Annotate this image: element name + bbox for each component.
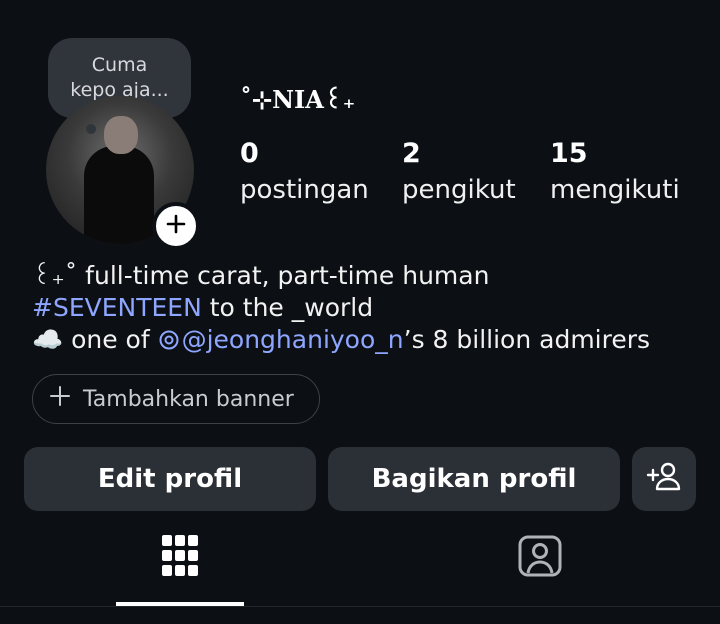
stat-following-value: 15 (550, 138, 588, 169)
share-profile-button[interactable]: Bagikan profil (328, 447, 620, 511)
bio-line2: #SEVENTEEN to the _world (32, 292, 650, 324)
stat-followers-value: 2 (402, 138, 421, 169)
bio: ꒰₊˚ full-time carat, part-time human #SE… (32, 260, 650, 356)
bio-line3: ☁️ one of @jeonghaniyoo_n’s 8 billion ad… (32, 324, 650, 356)
stat-followers[interactable]: 2 pengikut (402, 138, 516, 210)
note-text-line1: Cuma (91, 54, 148, 76)
threads-icon (159, 330, 179, 350)
share-profile-label: Bagikan profil (371, 464, 577, 494)
hashtag-link[interactable]: #SEVENTEEN (32, 293, 202, 322)
mention-text: @jeonghaniyoo_n (181, 325, 404, 354)
stat-following-label: mengikuti (550, 175, 680, 205)
tagged-person-icon (517, 534, 563, 582)
discover-people-button[interactable] (632, 447, 696, 511)
bio-line2-text: to the _world (201, 293, 374, 322)
grid-icon (161, 534, 199, 582)
avatar-head (104, 116, 138, 154)
plus-icon (165, 213, 187, 239)
bio-line3-text: ’s 8 billion admirers (403, 325, 651, 354)
bio-line1: ꒰₊˚ full-time carat, part-time human (32, 261, 490, 290)
stat-followers-label: pengikut (402, 175, 516, 205)
note-bubble-tail (86, 124, 96, 134)
display-name: ˚⊹NIA꒰₊ (240, 85, 356, 114)
stat-posts-label: postingan (240, 175, 369, 205)
stat-posts-value: 0 (240, 138, 259, 169)
tab-grid[interactable] (152, 530, 208, 586)
add-banner-button[interactable]: Tambahkan banner (32, 374, 320, 424)
divider (0, 606, 720, 607)
stat-following[interactable]: 15 mengikuti (550, 138, 680, 210)
stat-posts[interactable]: 0 postingan (240, 138, 369, 210)
bio-line3-prefix: ☁️ one of (32, 325, 158, 354)
tab-tagged[interactable] (512, 530, 568, 586)
add-person-icon (646, 461, 682, 498)
edit-profile-button[interactable]: Edit profil (24, 447, 316, 511)
edit-profile-label: Edit profil (97, 464, 243, 494)
add-story-button[interactable] (152, 202, 200, 250)
add-banner-label: Tambahkan banner (83, 386, 294, 412)
avatar-figure (84, 146, 154, 244)
mention-link[interactable]: @jeonghaniyoo_n (158, 325, 404, 354)
plus-icon (49, 385, 71, 413)
